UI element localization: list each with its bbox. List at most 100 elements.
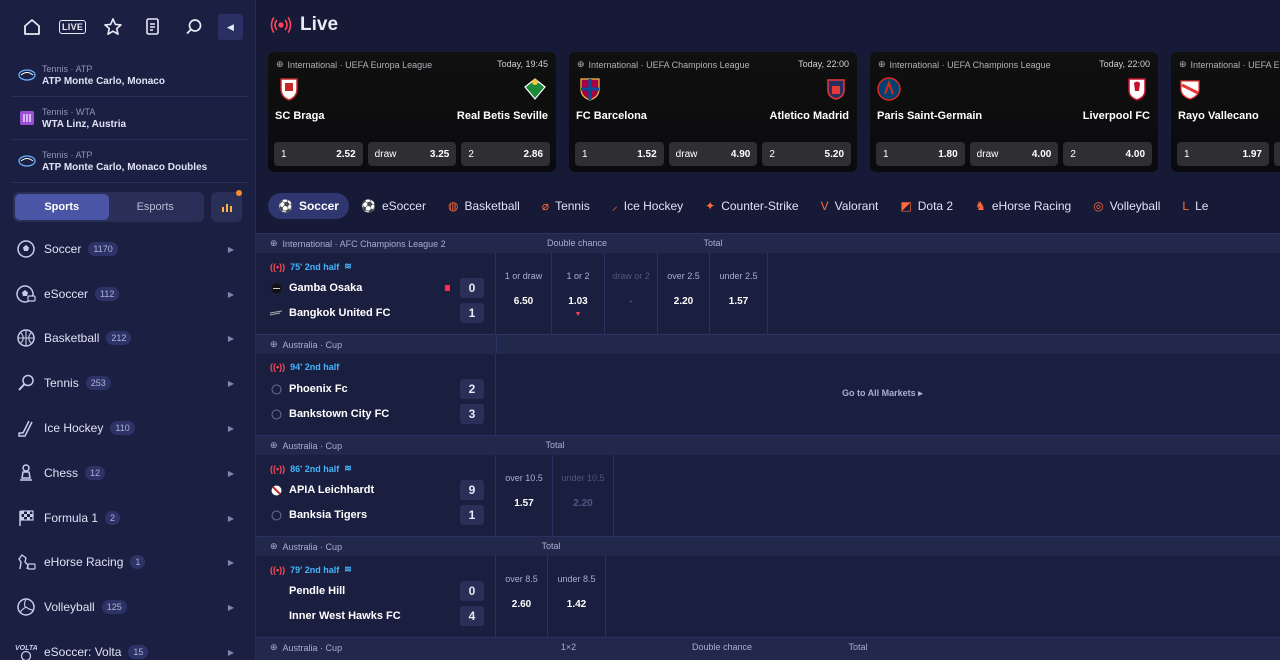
favorite-event[interactable]: Tennis · ATP ATP Monte Carlo, Monaco [12, 54, 249, 97]
chevron-right-icon: ▶ [227, 333, 234, 343]
team-score: 0 [460, 581, 484, 601]
team-name: Pendle Hill [289, 585, 346, 597]
odd-button[interactable]: 1 1.80 [876, 142, 965, 166]
tab-valorant[interactable]: V Valorant [811, 193, 889, 219]
league-header: ⊕ International · AFC Champions League 2 … [256, 233, 1280, 253]
tab-basketball[interactable]: ◍ Basketball [438, 193, 530, 219]
favorite-name: ATP Monte Carlo, Monaco Doubles [42, 161, 208, 173]
soccer-ball-icon: ⚽ [278, 198, 293, 213]
globe-icon: ⊕ [276, 59, 284, 69]
favorite-name: WTA Linz, Austria [42, 118, 127, 130]
tab-esoccer[interactable]: ⚽ eSoccer [351, 193, 436, 219]
league-header: ⊕ Australia · Cup [256, 334, 1280, 355]
sports-esports-toggle: Sports Esports [13, 192, 204, 222]
sport-item-ice-hockey[interactable]: Ice Hockey 110 ▶ [0, 406, 255, 450]
sport-item-esoccer-volta[interactable]: VOLTA eSoccer: Volta 15 ▶ [0, 630, 255, 660]
team-name: Bankstown City FC [289, 408, 390, 420]
sport-name: Tennis [44, 376, 79, 390]
featured-match-card[interactable]: ⊕ International · UEFA Europa League Toda… [268, 52, 556, 172]
sport-count: 15 [128, 645, 149, 659]
tab-ehorse-racing[interactable]: ♞ eHorse Racing [965, 193, 1081, 219]
sport-item-formula-1[interactable]: Formula 1 2 ▶ [0, 496, 255, 540]
team-name: APIA Leichhardt [289, 484, 375, 496]
odds-cell[interactable]: 1 or draw 6.50 [496, 253, 552, 334]
sport-item-tennis[interactable]: Tennis 253 ▶ [0, 361, 255, 405]
live-broadcast-icon [270, 17, 292, 33]
odd-button[interactable]: 2 2.86 [461, 142, 551, 166]
odds-cell[interactable]: 1 or 2 1.03 ▼ [552, 253, 605, 334]
favorite-event[interactable]: Tennis · ATP ATP Monte Carlo, Monaco Doub… [12, 140, 249, 183]
home-button[interactable] [12, 12, 52, 42]
match-row[interactable]: ((•)) 75' 2nd half ≋ Gamba Osaka 0 Bangkok… [256, 253, 1280, 334]
sport-item-basketball[interactable]: Basketball 212 ▶ [0, 316, 255, 360]
go-to-all-markets-link[interactable]: Go to All Markets ▸ [842, 388, 923, 399]
team-crest-icon [522, 76, 548, 102]
odds-cell[interactable]: over 10.5 1.57 [496, 455, 553, 536]
odd-button[interactable]: draw 3.25 [367, 142, 457, 166]
tab-counter-strike[interactable]: ✦ Counter-Strike [695, 193, 808, 219]
esports-toggle-button[interactable]: Esports [109, 194, 203, 220]
globe-icon: ⊕ [270, 541, 278, 551]
page-header: Live [270, 14, 338, 36]
odd-button[interactable]: 1 1.97 [1177, 142, 1269, 166]
featured-match-card[interactable]: ⊕ International · UEFA Champions League T… [569, 52, 857, 172]
horse-icon: ♞ [975, 198, 986, 213]
stats-button[interactable] [211, 190, 242, 222]
favorite-event[interactable]: Tennis · WTA WTA Linz, Austria [12, 97, 249, 140]
team-name: Gamba Osaka [289, 282, 363, 294]
featured-match-card[interactable]: ⊕International · UEFA Europa League Rayo… [1171, 52, 1280, 172]
odds-cell[interactable]: over 8.5 2.60 [496, 556, 548, 637]
tab-tennis[interactable]: ⌀ Tennis [532, 193, 600, 219]
tab-volleyball[interactable]: ◎ Volleyball [1083, 193, 1170, 219]
odds-cell[interactable]: under 8.5 1.42 [548, 556, 606, 637]
team-placeholder-icon [270, 384, 282, 395]
odds-cell[interactable]: draw or 2- [605, 253, 658, 334]
globe-icon: ⊕ [878, 59, 886, 69]
tab-ice-hockey[interactable]: ⸝ Ice Hockey [602, 193, 693, 219]
tab-dota-2[interactable]: ◩ Dota 2 [890, 193, 963, 219]
tab-league-of-legends[interactable]: L Le [1172, 193, 1218, 219]
live-broadcast-icon: ((•)) [270, 261, 286, 272]
match-row[interactable]: ((•)) 79' 2nd half ≋ Pendle Hill 0 Inner W… [256, 556, 1280, 637]
sport-item-esoccer[interactable]: eSoccer 112 ▶ [0, 272, 255, 316]
sport-name: Basketball [44, 331, 100, 345]
odd-button[interactable]: 2 4.00 [1063, 142, 1153, 166]
sport-item-chess[interactable]: Chess 12 ▶ [0, 451, 255, 495]
globe-icon: ⊕ [270, 339, 278, 349]
collapse-sidebar-button[interactable]: ◀ [217, 14, 243, 40]
notification-dot [236, 190, 242, 196]
sport-item-soccer[interactable]: Soccer 1170 ▶ [0, 227, 255, 271]
sports-toggle-button[interactable]: Sports [15, 194, 109, 220]
page-title: Live [300, 14, 339, 35]
odd-button[interactable]: 2 5.20 [762, 142, 852, 166]
team-logo-icon [270, 283, 282, 294]
odd-button[interactable]: draw 4.90 [668, 142, 758, 166]
match-row[interactable]: ((•)) 86' 2nd half ≋ APIA Leichhardt 9 Ban… [256, 455, 1280, 536]
tab-soccer[interactable]: ⚽ Soccer [268, 192, 349, 219]
featured-match-card[interactable]: ⊕ International · UEFA Champions League T… [870, 52, 1158, 172]
betslip-button[interactable] [133, 12, 173, 42]
sport-item-ehorse-racing[interactable]: eHorse Racing 1 ▶ [0, 540, 255, 584]
live-broadcast-icon: ((•)) [270, 362, 286, 372]
team-name: Banksia Tigers [289, 509, 368, 521]
sport-item-volleyball[interactable]: Volleyball 125 ▶ [0, 585, 255, 629]
live-button[interactable]: LIVE [52, 12, 92, 42]
odds-cell[interactable]: over 2.5 2.20 [658, 253, 710, 334]
team-crest-icon [876, 76, 902, 102]
match-status: ((•)) 75' 2nd half ≋ [270, 261, 352, 272]
card-odds: 1 1.97 [1177, 142, 1280, 166]
odd-button[interactable]: 1 1.52 [575, 142, 664, 166]
home-team-name: SC Braga [275, 110, 325, 122]
odds-cell[interactable]: under 10.5 2.20 [553, 455, 614, 536]
odd-button[interactable] [1274, 142, 1280, 166]
chevron-right-icon: ▶ [227, 289, 234, 299]
odd-button[interactable]: 1 2.52 [274, 142, 363, 166]
match-row[interactable]: ((•)) 94' 2nd half Phoenix Fc 2 Bankstown… [256, 354, 1280, 435]
favorites-button[interactable] [93, 12, 133, 42]
odds-cell[interactable]: under 2.5 1.57 [710, 253, 768, 334]
card-odds: 1 2.52 draw 3.25 2 2.86 [274, 142, 551, 166]
team-name: Phoenix Fc [289, 383, 348, 395]
odd-button[interactable]: draw 4.00 [969, 142, 1059, 166]
volleyball-icon [17, 598, 35, 616]
search-button[interactable] [174, 12, 214, 42]
